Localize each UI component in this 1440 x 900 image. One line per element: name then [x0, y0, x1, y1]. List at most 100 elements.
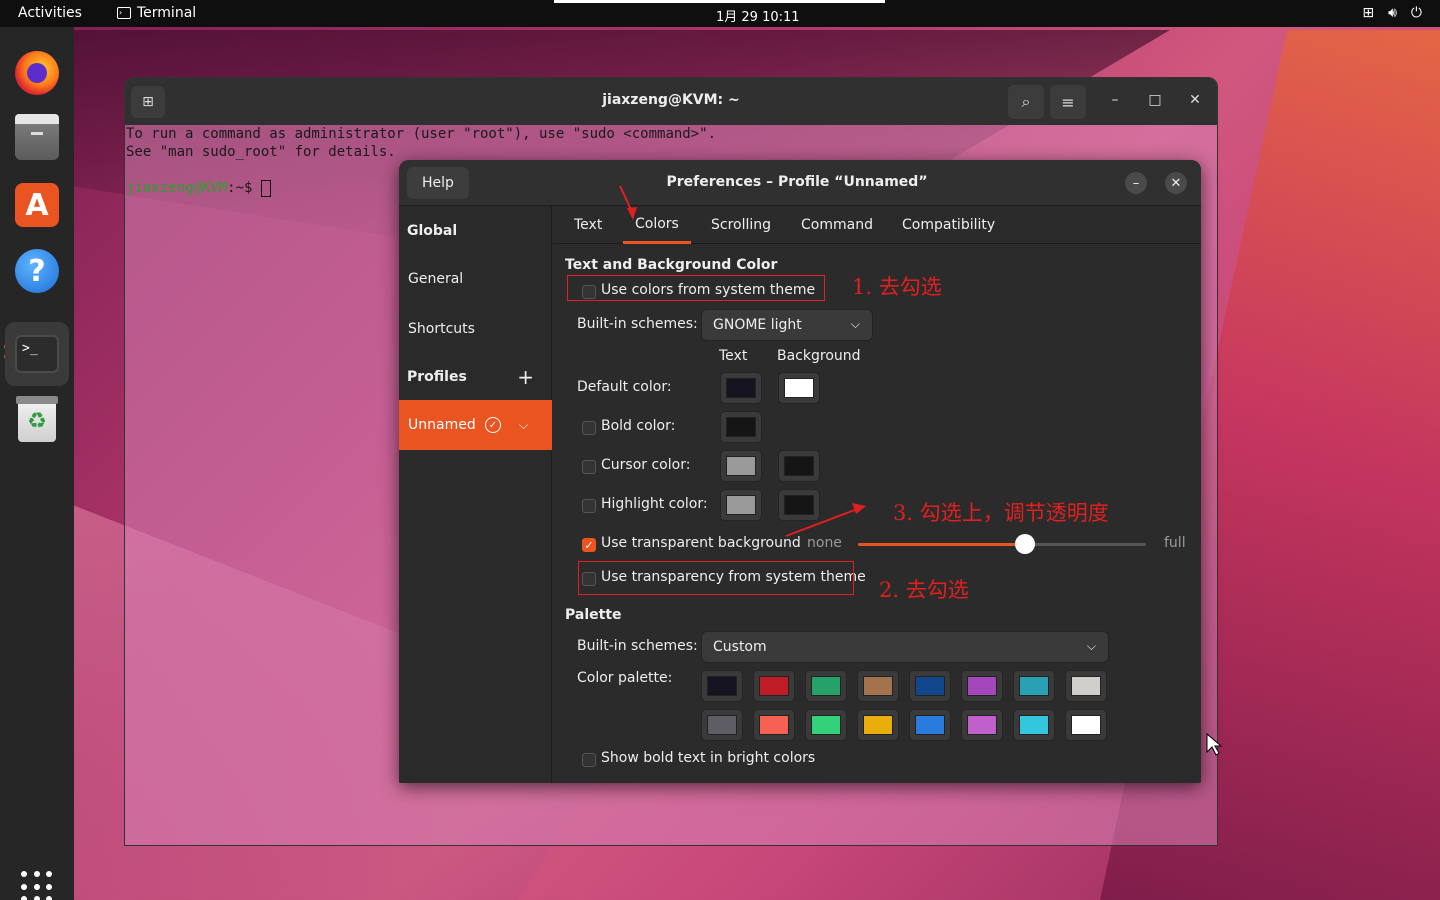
- top-highlight: [554, 0, 885, 3]
- show-apps-icon[interactable]: [21, 871, 53, 900]
- top-bar: Activities › Terminal 1月 29 10:11 ⊞ 🔊︎ ⏻: [0, 0, 1440, 27]
- builtin-schemes-select[interactable]: GNOME light ⌵: [701, 309, 873, 341]
- default-profile-check-icon: ✓: [485, 417, 501, 433]
- minimize-button[interactable]: –: [1125, 172, 1147, 194]
- color-swatch: [726, 378, 756, 398]
- palette-color-button[interactable]: [961, 709, 1003, 741]
- palette-color-button[interactable]: [805, 670, 847, 702]
- search-button[interactable]: ⌕: [1008, 85, 1044, 119]
- network-icon[interactable]: ⊞: [1362, 5, 1374, 21]
- help-button[interactable]: Help: [407, 167, 469, 199]
- tab-compatibility[interactable]: Compatibility: [902, 206, 995, 244]
- tab-label: Colors: [635, 215, 679, 232]
- slider-handle[interactable]: [1015, 534, 1036, 554]
- palette-color-button[interactable]: [753, 709, 795, 741]
- color-swatch: [1071, 676, 1101, 696]
- tab-command[interactable]: Command: [801, 206, 873, 244]
- close-button[interactable]: ✕: [1165, 172, 1187, 194]
- files-icon: [15, 114, 59, 160]
- minimize-button[interactable]: –: [1105, 92, 1125, 108]
- menu-button[interactable]: ≡: [1050, 85, 1086, 119]
- palette-color-button[interactable]: [909, 709, 951, 741]
- palette-color-button[interactable]: [857, 709, 899, 741]
- use-transparent-background-checkbox[interactable]: ✓: [582, 538, 596, 552]
- checkbox-label: Use transparent background: [601, 535, 801, 551]
- palette-color-button[interactable]: [1013, 670, 1055, 702]
- palette-color-button[interactable]: [961, 670, 1003, 702]
- palette-schemes-select[interactable]: Custom ⌵: [701, 631, 1109, 663]
- dock-firefox[interactable]: [11, 47, 63, 99]
- palette-color-button[interactable]: [701, 670, 743, 702]
- highlight-text-color-button[interactable]: [720, 489, 762, 521]
- palette-color-button[interactable]: [857, 670, 899, 702]
- search-icon: ⌕: [1021, 92, 1031, 111]
- system-tray[interactable]: ⊞ 🔊︎ ⏻: [1362, 5, 1422, 21]
- color-swatch: [967, 715, 997, 735]
- color-swatch: [759, 715, 789, 735]
- color-swatch: [811, 676, 841, 696]
- tab-colors[interactable]: Colors: [623, 206, 691, 244]
- maximize-button[interactable]: □: [1145, 92, 1165, 108]
- highlight-color-checkbox[interactable]: [582, 499, 596, 513]
- sidebar-item-profile-unnamed[interactable]: Unnamed ✓ ⌵: [399, 400, 552, 450]
- activities-button[interactable]: Activities: [18, 5, 82, 21]
- prompt-path: :~$: [227, 180, 261, 196]
- volume-icon[interactable]: 🔊︎: [1388, 5, 1397, 21]
- bold-bright-checkbox[interactable]: [582, 753, 596, 767]
- color-swatch: [784, 456, 814, 476]
- bold-text-color-button[interactable]: [720, 411, 762, 443]
- palette-color-button[interactable]: [909, 670, 951, 702]
- tab-label: Compatibility: [902, 217, 996, 233]
- app-menu[interactable]: › Terminal: [117, 5, 196, 21]
- annotation-label: 3. 勾选上，调节透明度: [893, 501, 1109, 525]
- color-swatch: [811, 715, 841, 735]
- highlight-bg-color-button[interactable]: [778, 489, 820, 521]
- palette-color-button[interactable]: [753, 670, 795, 702]
- text-cursor: [260, 179, 271, 197]
- dock-help[interactable]: ?: [11, 245, 63, 297]
- annotation-label: 2. 去勾选: [879, 578, 969, 602]
- chevron-down-icon: ⌵: [1086, 639, 1096, 653]
- color-swatch: [784, 495, 814, 515]
- terminal-icon: ›: [117, 7, 131, 19]
- sidebar-label: Unnamed: [408, 417, 476, 433]
- sidebar-item-shortcuts[interactable]: Shortcuts: [399, 304, 552, 354]
- cursor-text-color-button[interactable]: [720, 450, 762, 482]
- tab-text[interactable]: Text: [574, 206, 602, 244]
- dock-files[interactable]: [11, 114, 63, 166]
- clock[interactable]: 1月 29 10:11: [716, 6, 800, 25]
- tab-label: Text: [574, 217, 603, 233]
- sidebar-item-general[interactable]: General: [399, 254, 552, 304]
- color-swatch: [967, 676, 997, 696]
- cursor-color-checkbox[interactable]: [582, 460, 596, 474]
- chevron-down-icon[interactable]: ⌵: [519, 418, 528, 433]
- palette-color-button[interactable]: [1065, 709, 1107, 741]
- bold-color-checkbox[interactable]: [582, 421, 596, 435]
- palette-color-button[interactable]: [1013, 709, 1055, 741]
- dock-trash[interactable]: ♻: [11, 395, 63, 447]
- add-profile-icon[interactable]: +: [517, 365, 534, 389]
- slider-min-label: none: [807, 535, 842, 551]
- default-bg-color-button[interactable]: [778, 372, 820, 404]
- default-text-color-button[interactable]: [720, 372, 762, 404]
- cursor-bg-color-button[interactable]: [778, 450, 820, 482]
- close-button[interactable]: ✕: [1185, 92, 1205, 108]
- color-swatch: [784, 378, 814, 398]
- trash-icon: ♻: [16, 396, 58, 442]
- preferences-dialog: Help Preferences – Profile “Unnamed” – ✕…: [399, 160, 1201, 783]
- palette-color-button[interactable]: [701, 709, 743, 741]
- select-value: GNOME light: [713, 317, 802, 333]
- tab-scrolling[interactable]: Scrolling: [711, 206, 771, 244]
- color-swatch: [726, 456, 756, 476]
- help-icon: ?: [15, 249, 59, 293]
- power-icon[interactable]: ⏻: [1411, 5, 1422, 21]
- field-label: Built-in schemes:: [577, 638, 698, 654]
- dock-app-store[interactable]: A: [11, 179, 63, 231]
- dock-terminal[interactable]: >_: [5, 322, 69, 386]
- palette-color-button[interactable]: [1065, 670, 1107, 702]
- palette-color-button[interactable]: [805, 709, 847, 741]
- field-label: Cursor color:: [601, 457, 691, 473]
- color-swatch: [915, 715, 945, 735]
- color-swatch: [726, 495, 756, 515]
- color-swatch: [863, 715, 893, 735]
